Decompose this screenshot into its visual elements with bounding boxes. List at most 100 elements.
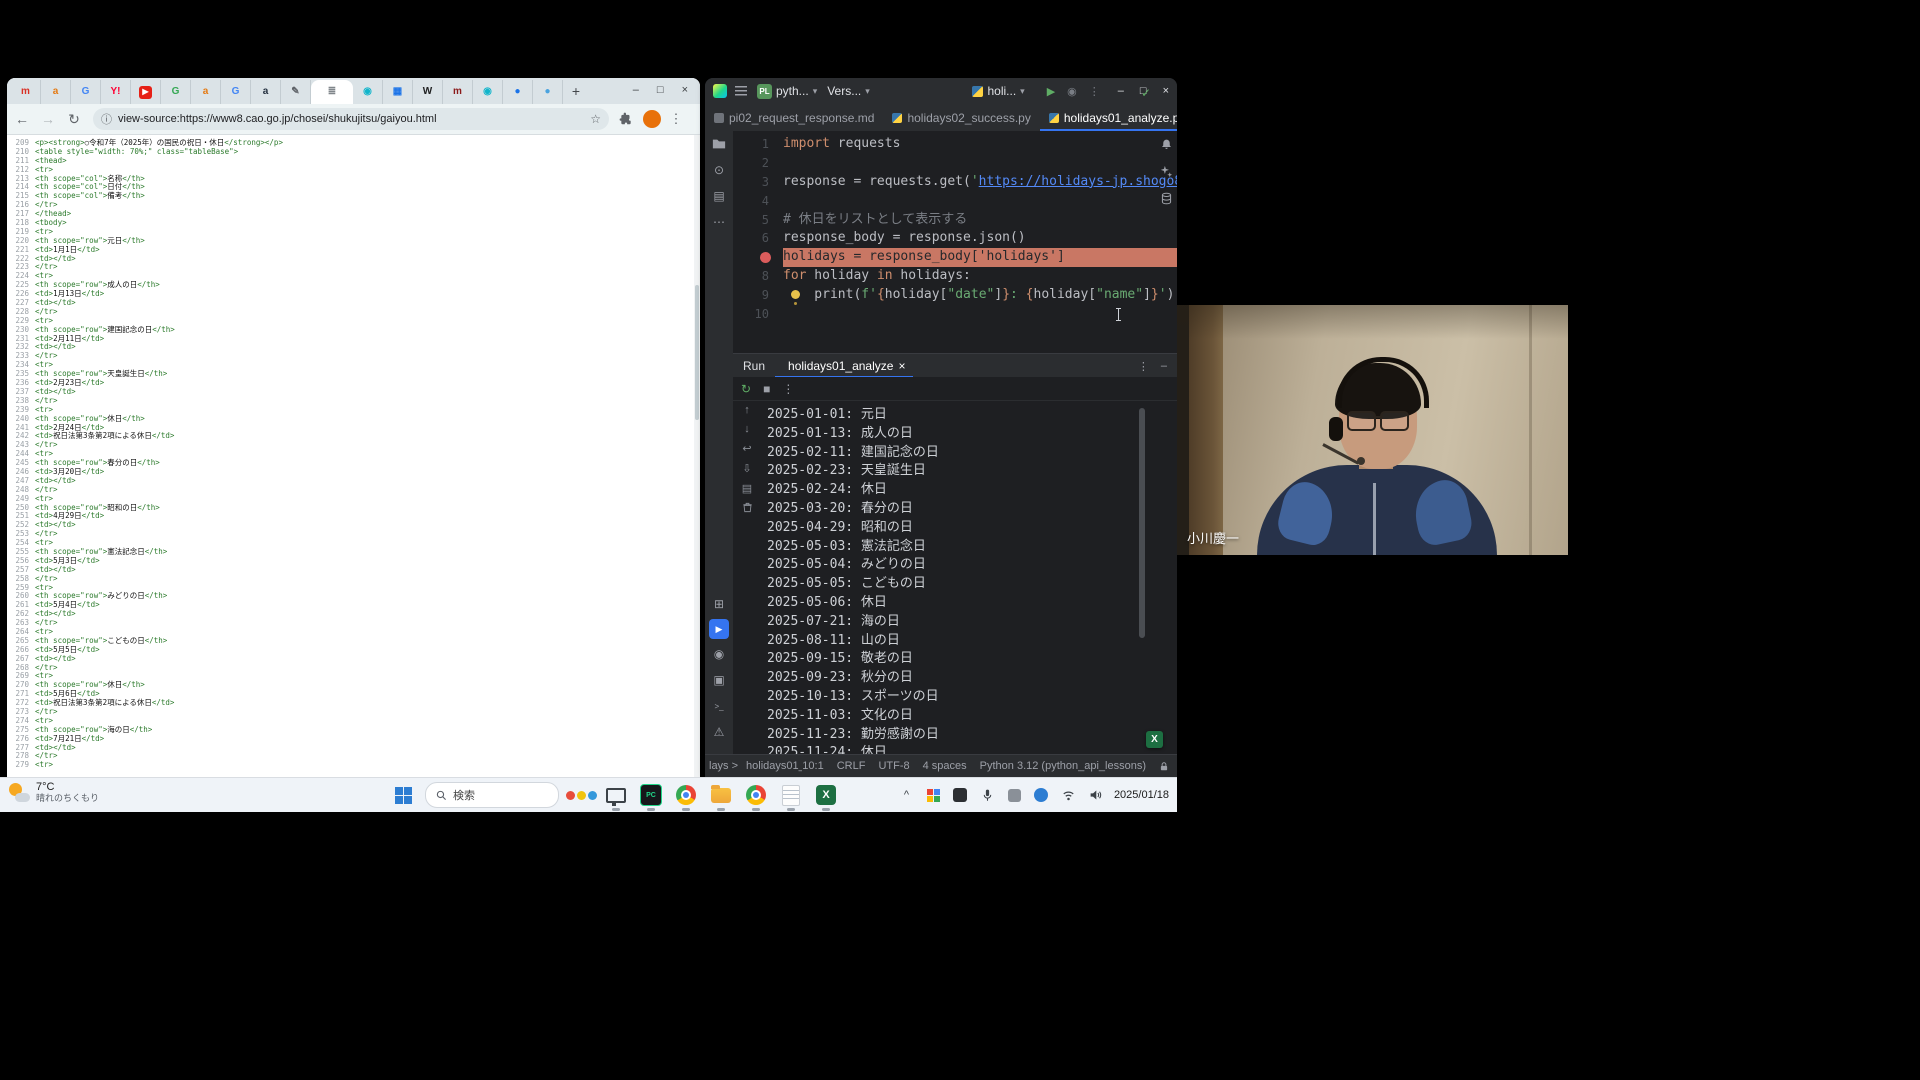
problems-tool-icon[interactable]: ⚠ [705,719,733,745]
more-tools-icon[interactable]: ⋯ [705,209,733,235]
bookmark-star-icon[interactable]: ☆ [590,112,601,126]
tab-view-source-active[interactable]: ≣ [311,80,353,104]
run-output-console[interactable]: 2025-01-01: 元日 2025-01-13: 成人の日 2025-02-11… [733,400,1177,755]
chrome-taskbar-icon[interactable] [673,782,699,811]
line-number[interactable]: 10 [733,305,783,324]
tab-amazon-3[interactable]: a [251,80,281,104]
run-panel-options-icon[interactable]: ⋮ [1138,360,1149,373]
tab-google[interactable]: G [71,80,101,104]
back-button[interactable]: ← [11,111,33,127]
tab-mercari[interactable]: m [11,80,41,104]
inspection-ok-icon[interactable]: ✓ [1141,86,1151,100]
caret-position[interactable]: 10:1 [802,760,823,772]
line-number[interactable]: 6 [733,229,783,248]
tab-yahoo-japan[interactable]: Y! [101,80,131,104]
scrollbar-thumb[interactable] [695,285,699,420]
stop-button[interactable]: ■ [763,382,770,396]
main-menu-icon[interactable] [735,86,747,96]
editor-tab[interactable]: holidays02_success.py [883,104,1039,131]
run-process-tab[interactable]: holidays01_analyze × [775,354,913,378]
tray-chevron-icon[interactable]: ^ [898,787,915,804]
breakpoint-gutter[interactable] [733,248,783,267]
tab-google-2[interactable]: G [161,80,191,104]
lock-icon[interactable] [1159,761,1169,772]
forward-button[interactable]: → [37,111,59,127]
tab-video-app[interactable]: ▶ [131,80,161,104]
excel-taskbar-icon[interactable]: X [813,782,839,811]
python-interpreter[interactable]: Python 3.12 (python_api_lessons) [980,760,1146,772]
tab-amazon[interactable]: a [41,80,71,104]
profile-avatar[interactable] [643,110,661,128]
pycharm-taskbar-icon[interactable]: PC [638,782,664,811]
indent-style[interactable]: 4 spaces [923,760,967,772]
project-tool-icon[interactable] [705,131,733,157]
tab-google-3[interactable]: G [221,80,251,104]
reload-button[interactable]: ↻ [63,111,85,128]
explorer-taskbar-icon[interactable] [708,782,734,811]
tab-editor[interactable]: ✎ [281,80,311,104]
editor-tab[interactable]: pi02_request_response.md [705,104,883,131]
tab-compass-2[interactable]: ◉ [473,80,503,104]
line-number[interactable]: 2 [733,154,783,173]
line-number[interactable]: 9 [733,286,783,305]
microphone-icon[interactable] [979,787,996,804]
notifications-bell-icon[interactable] [1160,138,1173,151]
taskbar-search[interactable]: 検索 [425,782,559,808]
commit-tool-icon[interactable]: ⊙ [705,157,733,183]
ai-assistant-icon[interactable] [1160,165,1173,178]
line-separator[interactable]: CRLF [837,760,866,772]
run-tool-window-icon[interactable]: ▶ [709,619,729,639]
page-info-icon[interactable]: ⓘ [101,111,112,127]
browser-menu-icon[interactable]: ⋮ [669,111,683,127]
chrome-taskbar-icon-2[interactable] [743,782,769,811]
tab-wikipedia[interactable]: W [413,80,443,104]
tab-compass[interactable]: ◉ [353,80,383,104]
clock-date[interactable]: 2025/01/18 [1114,778,1169,812]
pycharm-minimize-button[interactable]: – [1118,85,1124,97]
run-config-selector[interactable]: holi... ▾ [972,84,1025,98]
project-selector[interactable]: PL pyth... ▾ [757,83,817,99]
tab-amazon-2[interactable]: a [191,80,221,104]
start-button[interactable] [390,782,416,808]
breakpoint-dot[interactable] [760,251,771,263]
console-scrollbar[interactable] [1139,408,1145,728]
weather-widget[interactable]: 7°C 晴れのちくもり [8,781,99,804]
editor[interactable]: 1 import requests 2 3 response = requests.ge… [733,131,1177,357]
python-console-icon[interactable]: >_ [705,693,733,719]
tab-m-dark[interactable]: m [443,80,473,104]
run-more-icon[interactable]: ⋮ [782,382,794,396]
tray-colorful-app-icon[interactable] [925,787,942,804]
line-number[interactable]: 1 [733,135,783,154]
vcs-widget[interactable]: Vers... ▾ [827,84,870,98]
line-number[interactable]: 8 [733,267,783,286]
color-app-icon[interactable] [565,782,597,808]
excel-overlay-icon[interactable]: X [1146,731,1163,748]
tray-gray-app-icon[interactable] [1006,787,1023,804]
new-tab-button[interactable]: + [565,80,587,102]
editor-tab[interactable]: holidays01_analyze.py× [1040,104,1177,131]
breadcrumb[interactable]: lays > holidays01_analyze.py [709,760,802,772]
debug-button[interactable]: ◉ [1067,85,1077,98]
browser-maximize-button[interactable]: □ [657,84,664,96]
run-panel-hide-icon[interactable]: – [1161,360,1167,373]
file-encoding[interactable]: UTF-8 [878,760,909,772]
python-packages-icon[interactable]: ▣ [705,667,733,693]
close-run-tab-icon[interactable]: × [898,359,905,373]
database-icon[interactable] [1160,192,1173,205]
more-actions-icon[interactable]: ⋮ [1089,85,1100,98]
volume-icon[interactable] [1087,787,1104,804]
tab-blue-app[interactable]: ● [503,80,533,104]
browser-close-button[interactable]: × [682,84,688,96]
view-source-content[interactable]: 209 <p><strong>○令和7年（2025年）の国民の祝日・休日</str… [7,135,694,777]
run-button[interactable]: ▶ [1047,85,1055,98]
network-icon[interactable] [1060,787,1077,804]
line-number[interactable]: 5 [733,211,783,230]
services-tool-icon[interactable]: ⊞ [705,591,733,617]
pycharm-close-button[interactable]: × [1163,85,1169,97]
tray-dark-app-icon[interactable] [952,787,969,804]
rerun-button[interactable]: ↻ [741,382,751,396]
display-app-icon[interactable] [603,782,629,811]
browser-minimize-button[interactable]: – [633,84,639,96]
extensions-icon[interactable] [619,112,633,126]
tab-blue-app-2[interactable]: ● [533,80,563,104]
